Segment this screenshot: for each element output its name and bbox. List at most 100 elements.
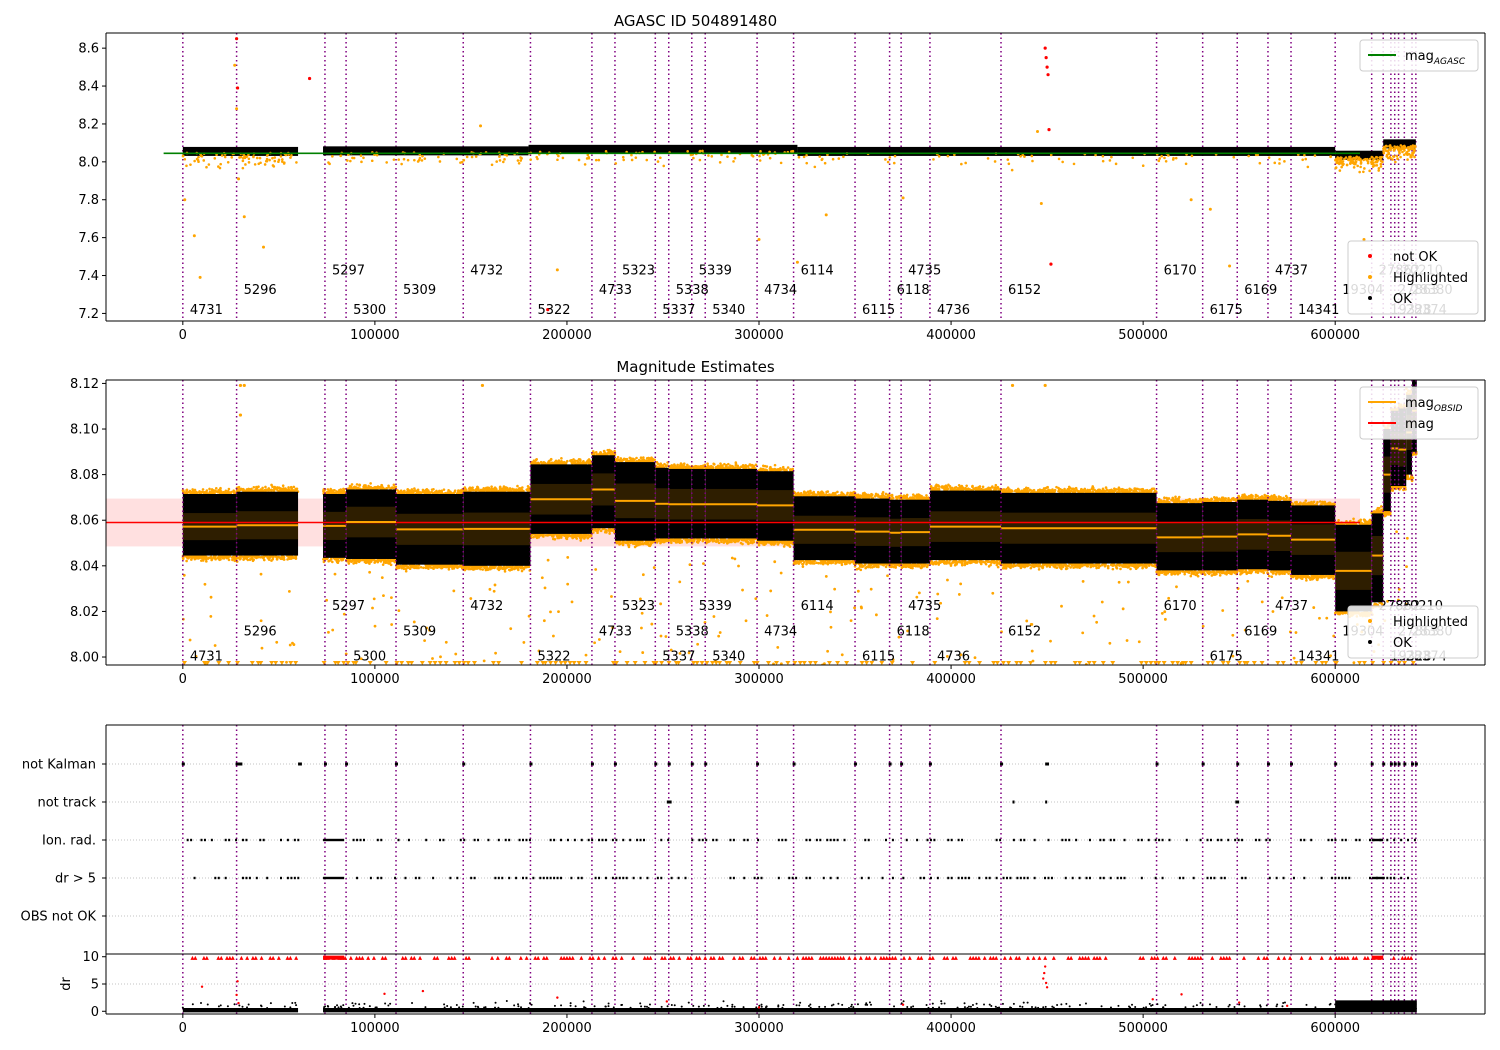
agasc-highlighted-point [960, 162, 963, 166]
estimates-highlighted-outlier [1049, 639, 1052, 643]
agasc-highlighted-outlier [1039, 202, 1043, 206]
agasc-highlighted-point [718, 161, 722, 164]
estimates-highlighted-point [252, 485, 256, 489]
estimates-highlighted-point [1119, 567, 1122, 571]
estimates-highlighted-point [419, 565, 423, 569]
estimates-highlighted-point [1105, 488, 1109, 492]
estimates-highlighted-point [803, 560, 806, 564]
estimates-highlighted-point [193, 488, 197, 492]
agasc-highlighted-point [359, 154, 363, 157]
estimates-highlighted-point [801, 562, 804, 566]
estimates-highlighted-outlier [957, 593, 961, 596]
agasc-highlighted-point [1380, 155, 1384, 159]
agasc-obsid-label: 5323 [622, 263, 655, 278]
agasc-highlighted-point [1030, 154, 1034, 158]
agasc-highlighted-point [1174, 156, 1178, 160]
agasc-legend-label-text: not OK [1393, 250, 1438, 265]
estimates-highlighted-point [1086, 564, 1090, 568]
estimates-highlighted-outlier [856, 589, 860, 593]
estimates-highlighted-point [945, 487, 949, 491]
agasc-highlighted-point [659, 156, 662, 160]
agasc-obsid-label: 5297 [332, 263, 365, 278]
agasc-highlighted-point [1368, 169, 1371, 173]
estimates-highlighted-point [390, 486, 394, 490]
estimates-highlighted-point [904, 565, 908, 569]
estimates-highlighted-outlier [737, 564, 740, 568]
agasc-highlighted-point [273, 156, 277, 159]
estimates-highlighted-outlier [659, 634, 663, 638]
estimates-highlighted-point [270, 559, 273, 562]
agasc-highlighted-point [455, 157, 459, 161]
agasc-highlighted-point [692, 156, 695, 160]
estimates-highlighted-point [609, 527, 612, 531]
estimates-highlighted-point [369, 482, 372, 485]
estimates-highlighted-point [279, 556, 283, 560]
estimates-highlighted-point [608, 448, 611, 452]
estimates-highlighted-outlier [397, 609, 401, 613]
estimates-highlighted-point [430, 488, 434, 491]
agasc-highlighted-outlier [1410, 147, 1414, 151]
agasc-highlighted-point [1377, 167, 1381, 170]
agasc-highlighted-point [1007, 162, 1011, 166]
estimates-highlighted-outlier [203, 582, 207, 586]
estimates-highlighted-point [463, 568, 467, 572]
agasc-y-tick-label: 8.6 [78, 42, 99, 57]
estimates-highlighted-point [911, 566, 914, 570]
agasc-highlighted-point [932, 158, 935, 161]
estimates-highlighted-outlier [570, 600, 574, 604]
estimates-highlighted-outlier [824, 574, 828, 578]
estimates-highlighted-point [392, 483, 396, 487]
agasc-highlighted-point [470, 155, 474, 159]
estimates-highlighted-outlier [773, 560, 777, 564]
estimates-highlighted-point [382, 561, 386, 564]
estimates-highlighted-point [913, 564, 917, 568]
estimates-highlighted-outlier [650, 622, 654, 626]
agasc-obsid-label: 5340 [712, 303, 745, 318]
estimates-highlighted-outlier [372, 597, 376, 601]
estimates-highlighted-point [685, 538, 688, 541]
estimates-highlighted-outlier [829, 625, 833, 629]
agasc-highlighted-point [230, 156, 234, 159]
agasc-highlighted-point [1359, 165, 1362, 169]
agasc-highlighted-outlier [235, 107, 239, 111]
estimates-highlighted-point [803, 490, 806, 493]
estimates-highlighted-point [355, 483, 359, 486]
agasc-x-tick-label: 200000 [542, 328, 592, 343]
estimates-highlighted-outlier [702, 562, 705, 566]
estimates-highlighted-point [1145, 488, 1149, 492]
estimates-highlighted-point [376, 558, 380, 562]
estimates-highlighted-point [351, 558, 355, 562]
estimates-highlighted-outlier [543, 586, 547, 590]
estimates-highlighted-point [1097, 488, 1100, 492]
estimates-highlighted-point [535, 457, 539, 461]
estimates-highlighted-point [350, 483, 354, 486]
agasc-highlighted-point [1406, 158, 1409, 161]
estimates-highlighted-point [399, 490, 403, 494]
estimates-highlighted-point [648, 459, 652, 463]
agasc-obsid-label: 4731 [190, 303, 223, 318]
estimates-highlighted-point [507, 568, 511, 572]
agasc-obsid-label: 14341 [1298, 303, 1339, 318]
estimates-highlighted-point [974, 559, 977, 563]
estimates-highlighted-point [1103, 564, 1107, 568]
estimates-highlighted-point [1042, 563, 1045, 567]
agasc-highlighted-point [1375, 159, 1378, 163]
agasc-highlighted-outlier [757, 238, 761, 242]
agasc-highlighted-point [402, 157, 406, 161]
agasc-highlighted-point [279, 155, 283, 158]
agasc-highlighted-point [726, 155, 729, 158]
estimates-highlighted-point [1054, 563, 1057, 567]
estimates-highlighted-outlier [492, 589, 496, 593]
estimates-highlighted-point [503, 570, 507, 573]
estimates-highlighted-point [834, 562, 837, 565]
agasc-highlighted-point [621, 155, 625, 159]
estimates-highlighted-point [1017, 488, 1021, 492]
estimates-highlighted-outlier [1121, 607, 1125, 611]
agasc-highlighted-point [818, 155, 822, 158]
estimates-highlighted-point [201, 488, 205, 491]
estimates-highlighted-point [519, 565, 522, 569]
agasc-highlighted-point [1351, 159, 1355, 163]
estimates-highlighted-point [1098, 565, 1101, 568]
estimates-highlighted-outlier [542, 619, 546, 623]
estimates-highlighted-point [1094, 564, 1098, 568]
